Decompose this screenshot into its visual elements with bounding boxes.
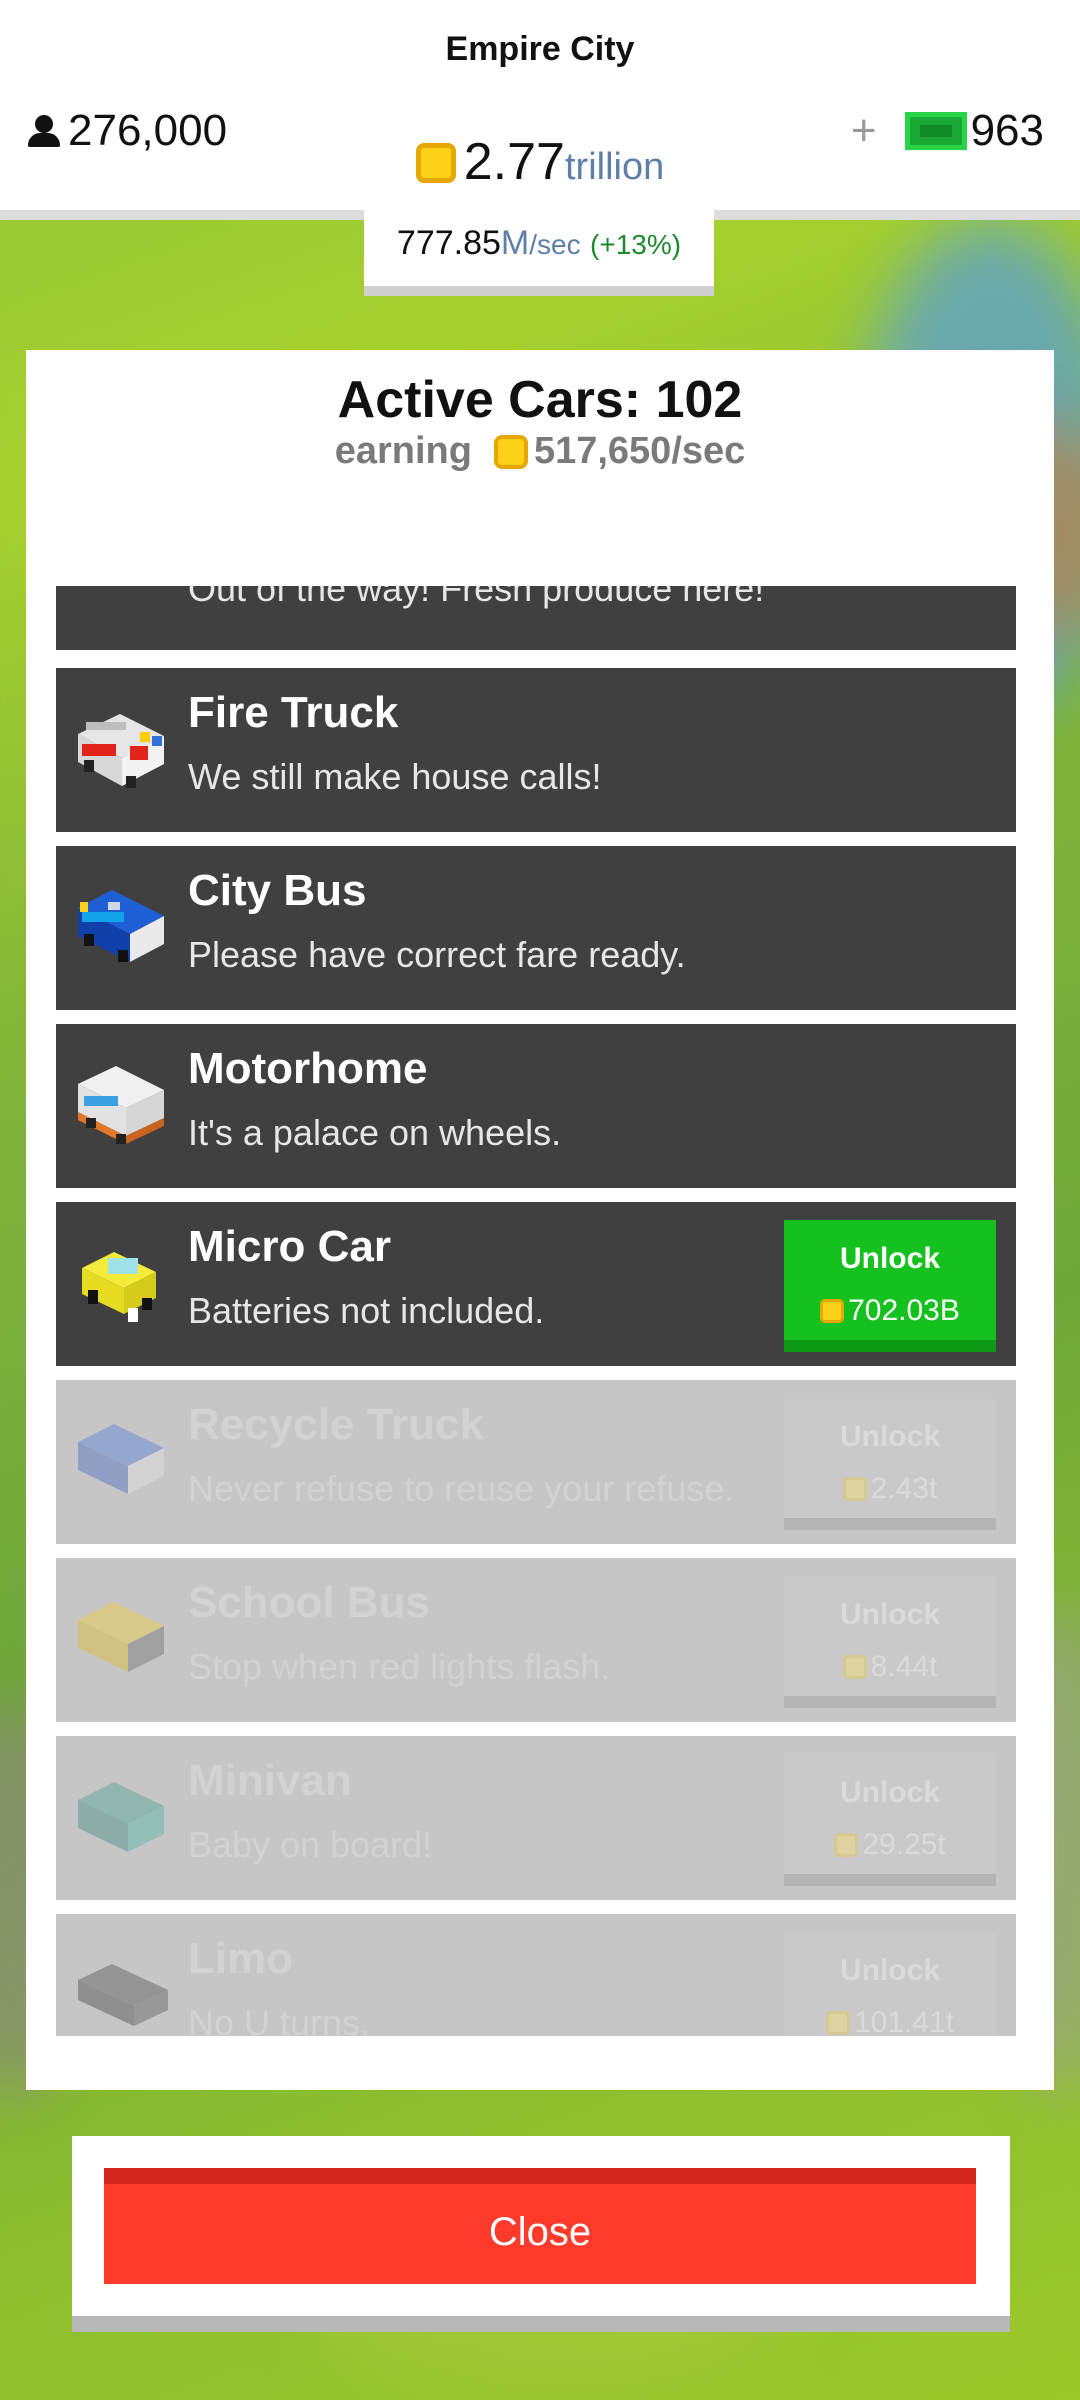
close-panel: Close (72, 2136, 1010, 2332)
city-name: Empire City (445, 30, 635, 68)
car-row-motorhome[interactable]: Motorhome It's a palace on wheels. (56, 1024, 1016, 1188)
car-name: Minivan (188, 1756, 352, 1805)
school-bus-icon (68, 1584, 168, 1694)
car-desc: Baby on board! (188, 1824, 433, 1865)
unlock-button: Unlock 2.43t (784, 1398, 996, 1530)
motorhome-icon (68, 1050, 168, 1160)
rate-unit: M (500, 224, 530, 262)
car-name: Limo (188, 1934, 294, 1983)
unlock-button: Unlock 8.44t (784, 1576, 996, 1708)
unlock-label: Unlock (839, 1776, 941, 1809)
cash-balance[interactable]: + 963 (851, 106, 1044, 156)
car-desc: We still make house calls! (188, 756, 602, 797)
unlock-label: Unlock (839, 1598, 941, 1631)
coin-icon (834, 1833, 859, 1857)
price-value: 2.43t (870, 1472, 938, 1505)
coin-icon (493, 434, 528, 469)
produce-truck-icon (68, 586, 168, 622)
unlock-label: Unlock (839, 1954, 941, 1987)
rate-value: 777.85 (396, 224, 501, 262)
city-bus-icon (68, 872, 168, 982)
top-bar: Empire City 276,000 2.77 trillion + 963 (0, 0, 1080, 220)
unlock-label: Unlock (839, 1242, 941, 1275)
car-row-recycle-truck: Recycle Truck Never refuse to reuse your… (56, 1380, 1016, 1544)
coin-icon (825, 2011, 850, 2035)
unlock-button[interactable]: Unlock 702.03B (784, 1220, 996, 1352)
price-value: 29.25t (862, 1828, 946, 1861)
car-name: City Bus (188, 866, 367, 915)
unlock-price: 8.44t (784, 1650, 996, 1684)
price-value: 702.03B (848, 1294, 960, 1327)
coins-unit: trillion (564, 146, 665, 188)
car-desc: It's a palace on wheels. (188, 1112, 562, 1153)
car-name: School Bus (188, 1578, 431, 1627)
car-row-micro-car[interactable]: Micro Car Batteries not included. Unlock… (56, 1202, 1016, 1366)
add-cash-icon[interactable]: + (851, 106, 877, 156)
car-desc: No U turns. (188, 2002, 371, 2036)
active-cars-dialog: Active Cars: 102 earning 517,650/sec Out… (26, 350, 1054, 2090)
minivan-icon (68, 1762, 168, 1872)
car-row-city-bus[interactable]: City Bus Please have correct fare ready. (56, 846, 1016, 1010)
unlock-button: Unlock 101.41t (784, 1932, 996, 2036)
car-row-school-bus: School Bus Stop when red lights flash. U… (56, 1558, 1016, 1722)
car-row-fire-truck[interactable]: Fire Truck We still make house calls! (56, 668, 1016, 832)
car-row-produce-truck[interactable]: Out of the way! Fresh produce here! (56, 586, 1016, 650)
car-desc: Out of the way! Fresh produce here! (188, 586, 765, 609)
rate-change: (+13%) (590, 229, 682, 260)
car-desc: Please have correct fare ready. (188, 934, 686, 975)
car-name: Micro Car (188, 1222, 391, 1271)
fire-truck-icon (68, 694, 168, 804)
dialog-title: Active Cars: 102 (337, 371, 743, 429)
earning-line: earning 517,650/sec (26, 430, 1054, 473)
unlock-button: Unlock 29.25t (784, 1754, 996, 1886)
coin-icon (820, 1299, 845, 1323)
coin-icon (842, 1477, 867, 1501)
cash-value: 963 (970, 106, 1044, 155)
recycle-truck-icon (68, 1406, 168, 1516)
coin-icon (842, 1655, 867, 1679)
coin-icon (415, 143, 456, 183)
earning-label: earning (334, 430, 472, 472)
unlock-price: 702.03B (784, 1294, 996, 1328)
price-value: 8.44t (870, 1650, 938, 1683)
price-value: 101.41t (853, 2006, 955, 2036)
car-desc: Never refuse to reuse your refuse. (188, 1468, 735, 1509)
car-list[interactable]: Out of the way! Fresh produce here! Fire… (56, 586, 1016, 2036)
coins-value: 2.77 (463, 133, 565, 191)
car-name: Recycle Truck (188, 1400, 484, 1449)
rate-per: /sec (529, 229, 581, 260)
unlock-price: 29.25t (784, 1828, 996, 1862)
micro-car-icon (68, 1228, 168, 1338)
car-desc: Batteries not included. (188, 1290, 545, 1331)
car-name: Fire Truck (188, 688, 399, 737)
unlock-label: Unlock (839, 1420, 941, 1453)
car-name: Motorhome (188, 1044, 428, 1093)
earning-value: 517,650/sec (533, 430, 746, 472)
car-desc: Stop when red lights flash. (188, 1646, 611, 1687)
unlock-price: 101.41t (784, 2006, 996, 2036)
income-rate: 777.85M/sec (+13%) (364, 210, 714, 296)
cash-icon (904, 112, 967, 150)
car-row-limo: Limo No U turns. Unlock 101.41t (56, 1914, 1016, 2036)
limo-icon (68, 1940, 168, 2036)
unlock-price: 2.43t (784, 1472, 996, 1506)
close-button[interactable]: Close (104, 2168, 976, 2284)
car-row-minivan: Minivan Baby on board! Unlock 29.25t (56, 1736, 1016, 1900)
